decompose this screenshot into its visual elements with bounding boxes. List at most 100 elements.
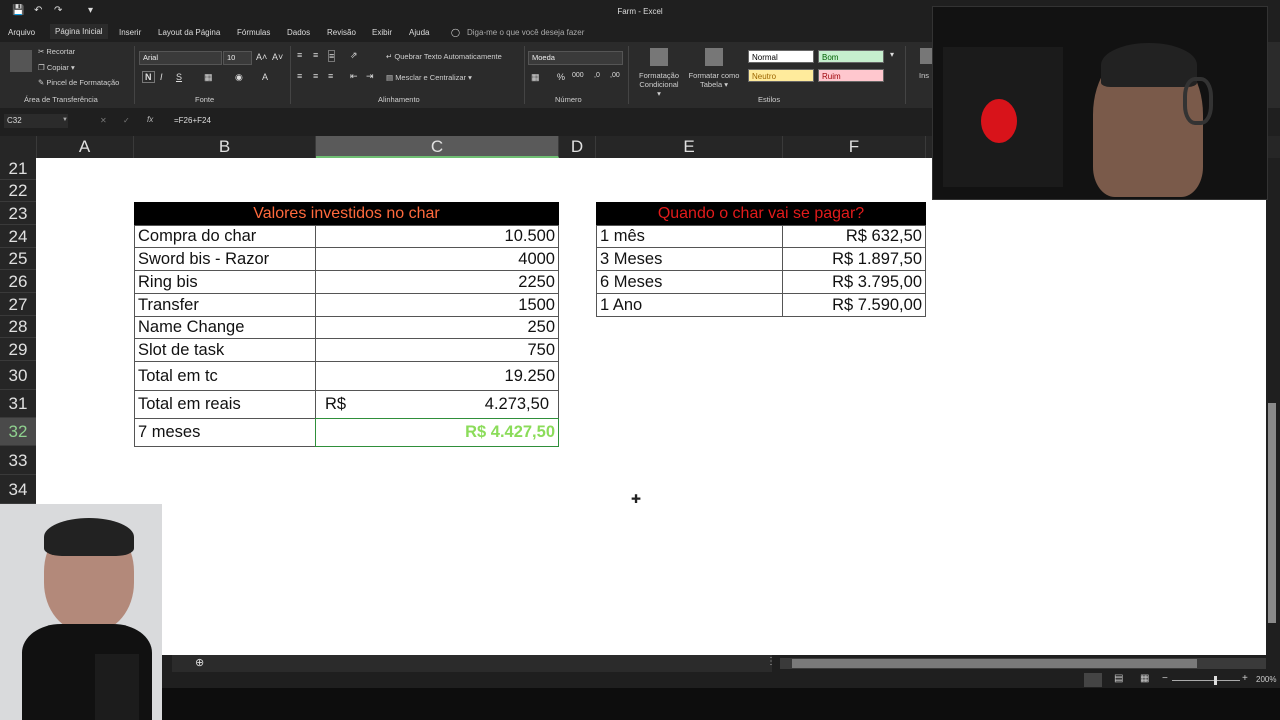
fill-color-icon[interactable]: ◉ bbox=[235, 72, 243, 83]
style-ruim[interactable]: Ruim bbox=[818, 69, 884, 82]
table2-value-cell[interactable]: R$ 632,50 bbox=[782, 225, 926, 248]
table2-value-cell[interactable]: R$ 1.897,50 bbox=[782, 247, 926, 271]
row-header[interactable]: 21 bbox=[0, 158, 36, 180]
font-color-icon[interactable]: A bbox=[262, 72, 268, 82]
row-header[interactable]: 27 bbox=[0, 293, 36, 316]
selected-cell-c32[interactable]: R$ 4.427,50 bbox=[315, 418, 559, 447]
table1-label-cell[interactable]: Sword bis - Razor bbox=[134, 247, 316, 271]
align-left-icon[interactable]: ≡ bbox=[297, 71, 302, 81]
row-header[interactable]: 22 bbox=[0, 180, 36, 202]
copy-button[interactable]: ❐ Copiar ▾ bbox=[38, 63, 75, 72]
row-header[interactable]: 31 bbox=[0, 390, 36, 418]
align-middle-icon[interactable]: ≡ bbox=[313, 50, 318, 60]
table1-label-cell[interactable]: Name Change bbox=[134, 316, 316, 339]
page-break-view-icon[interactable]: ▦ bbox=[1140, 673, 1149, 684]
table1-value-cell[interactable]: 4000 bbox=[315, 247, 559, 271]
conditional-formatting-button[interactable]: Formatação Condicional ▾ bbox=[637, 71, 681, 98]
table1-label-cell[interactable]: Transfer bbox=[134, 293, 316, 317]
name-box-dropdown-icon[interactable]: ▼ bbox=[62, 117, 68, 123]
row-header[interactable]: 28 bbox=[0, 316, 36, 338]
row-header[interactable]: 25 bbox=[0, 248, 36, 270]
insert-cells-button[interactable]: Ins bbox=[919, 71, 929, 80]
table1-label-cell[interactable]: Compra do char bbox=[134, 225, 316, 248]
decrease-decimal-icon[interactable]: ,00 bbox=[610, 72, 620, 79]
italic-button[interactable]: I bbox=[160, 72, 163, 82]
worksheet-grid[interactable]: Valores investidos no char Compra do cha… bbox=[36, 158, 1266, 655]
tab-layout-da-pagina[interactable]: Layout da Página bbox=[158, 28, 220, 37]
number-format-select[interactable]: Moeda bbox=[528, 51, 623, 65]
decrease-indent-icon[interactable]: ⇤ bbox=[350, 71, 358, 82]
row-header[interactable]: 24 bbox=[0, 225, 36, 248]
column-header-c[interactable]: C bbox=[316, 136, 559, 158]
column-header-a[interactable]: A bbox=[36, 136, 134, 158]
bold-button[interactable]: N bbox=[142, 71, 155, 83]
column-header-e[interactable]: E bbox=[596, 136, 783, 158]
column-header-f[interactable]: F bbox=[783, 136, 926, 158]
row-header-selected[interactable]: 32 bbox=[0, 418, 36, 446]
tell-me-search[interactable]: Diga-me o que você deseja fazer bbox=[467, 28, 584, 37]
styles-more-icon[interactable]: ▾ bbox=[890, 50, 894, 59]
tab-arquivo[interactable]: Arquivo bbox=[8, 28, 35, 37]
format-painter-button[interactable]: ✎ Pincel de Formatação bbox=[38, 78, 119, 87]
zoom-out-icon[interactable]: − bbox=[1162, 673, 1168, 684]
paste-icon[interactable] bbox=[10, 50, 32, 72]
currency-icon[interactable]: ▦ bbox=[531, 72, 540, 83]
table1-value-cell[interactable]: 2250 bbox=[315, 270, 559, 294]
percent-icon[interactable]: % bbox=[557, 72, 565, 82]
table2-value-cell[interactable]: R$ 7.590,00 bbox=[782, 293, 926, 317]
enter-icon[interactable]: ✓ bbox=[123, 116, 130, 125]
wrap-text-button[interactable]: ↵ Quebrar Texto Automaticamente bbox=[386, 52, 502, 61]
table1-value-cell[interactable]: 250 bbox=[315, 316, 559, 339]
table1-label-cell[interactable]: Total em reais bbox=[134, 390, 316, 419]
table2-label-cell[interactable]: 6 Meses bbox=[596, 270, 783, 294]
cancel-icon[interactable]: ✕ bbox=[100, 116, 107, 125]
table2-value-cell[interactable]: R$ 3.795,00 bbox=[782, 270, 926, 294]
zoom-level[interactable]: 200% bbox=[1256, 675, 1276, 684]
name-box[interactable]: C32 bbox=[4, 114, 68, 128]
style-normal[interactable]: Normal bbox=[748, 50, 814, 63]
cut-button[interactable]: ✂ Recortar bbox=[38, 47, 75, 56]
tab-dados[interactable]: Dados bbox=[287, 28, 310, 37]
merge-center-button[interactable]: ▤ Mesclar e Centralizar ▾ bbox=[386, 73, 472, 82]
increase-decimal-icon[interactable]: ,0 bbox=[594, 72, 600, 79]
underline-button[interactable]: S bbox=[176, 72, 182, 82]
formula-input[interactable]: =F26+F24 bbox=[174, 116, 211, 125]
table1-label-cell[interactable]: Slot de task bbox=[134, 338, 316, 362]
table1-value-cell[interactable]: 19.250 bbox=[315, 361, 559, 391]
table2-label-cell[interactable]: 1 Ano bbox=[596, 293, 783, 317]
select-all-corner[interactable] bbox=[0, 136, 37, 158]
normal-view-icon[interactable] bbox=[1084, 673, 1102, 687]
table1-reais-cell[interactable]: R$ 4.273,50 bbox=[315, 390, 559, 419]
align-center-icon[interactable]: ≡ bbox=[313, 71, 318, 81]
table1-label-cell[interactable]: Total em tc bbox=[134, 361, 316, 391]
row-header[interactable]: 34 bbox=[0, 475, 36, 504]
style-neutro[interactable]: Neutro bbox=[748, 69, 814, 82]
row-header[interactable]: 23 bbox=[0, 202, 36, 225]
thousands-icon[interactable]: 000 bbox=[572, 72, 584, 79]
shrink-font-icon[interactable]: A˅ bbox=[272, 52, 283, 62]
tab-formulas[interactable]: Fórmulas bbox=[237, 28, 270, 37]
table1-value-cell[interactable]: 1500 bbox=[315, 293, 559, 317]
style-bom[interactable]: Bom bbox=[818, 50, 884, 63]
zoom-slider[interactable] bbox=[1172, 680, 1240, 681]
table1-label-cell[interactable]: Ring bis bbox=[134, 270, 316, 294]
zoom-slider-thumb[interactable] bbox=[1214, 676, 1217, 685]
insert-function-icon[interactable]: fx bbox=[147, 115, 153, 124]
row-header[interactable]: 26 bbox=[0, 270, 36, 293]
more-options-icon[interactable]: ⋮ bbox=[766, 656, 776, 667]
format-as-table-button[interactable]: Formatar como Tabela ▾ bbox=[686, 71, 742, 89]
align-bottom-icon[interactable]: ≡ bbox=[328, 50, 336, 62]
row-header[interactable]: 29 bbox=[0, 338, 36, 361]
table1-value-cell[interactable]: 750 bbox=[315, 338, 559, 362]
table2-header[interactable]: Quando o char vai se pagar? bbox=[596, 202, 926, 225]
align-top-icon[interactable]: ≡ bbox=[297, 50, 302, 60]
horizontal-scrollbar[interactable] bbox=[780, 658, 1266, 669]
grow-font-icon[interactable]: A˄ bbox=[256, 52, 267, 62]
tab-inserir[interactable]: Inserir bbox=[119, 28, 141, 37]
font-size-select[interactable]: 10 bbox=[223, 51, 252, 65]
increase-indent-icon[interactable]: ⇥ bbox=[366, 71, 374, 82]
table2-label-cell[interactable]: 1 mês bbox=[596, 225, 783, 248]
table1-value-cell[interactable]: 10.500 bbox=[315, 225, 559, 248]
page-layout-view-icon[interactable]: ▤ bbox=[1114, 673, 1123, 684]
vertical-scroll-thumb[interactable] bbox=[1268, 403, 1276, 623]
